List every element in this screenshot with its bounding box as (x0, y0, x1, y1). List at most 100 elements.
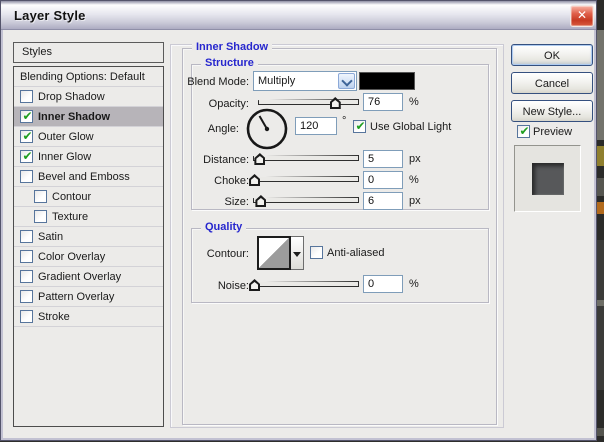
style-label: Inner Glow (38, 151, 91, 163)
close-button[interactable]: ✕ (570, 5, 594, 27)
style-item-drop-shadow[interactable]: Drop Shadow (14, 87, 163, 107)
style-item-satin[interactable]: Satin (14, 227, 163, 247)
style-item-texture[interactable]: Texture (14, 207, 163, 227)
opacity-label: Opacity: (179, 98, 249, 110)
anti-aliased-label: Anti-aliased (327, 247, 384, 259)
close-icon: ✕ (577, 8, 587, 22)
style-item-color-overlay[interactable]: Color Overlay (14, 247, 163, 267)
style-item-inner-shadow[interactable]: Inner Shadow (14, 107, 163, 127)
style-label: Color Overlay (38, 251, 105, 263)
preview-inner-square (532, 163, 564, 195)
slider-track[interactable] (258, 99, 359, 105)
preview-thumbnail (514, 145, 581, 212)
noise-input[interactable] (363, 275, 403, 293)
preview-checkbox[interactable] (517, 125, 530, 138)
style-checkbox[interactable] (20, 310, 33, 323)
opacity-unit: % (409, 96, 419, 108)
style-item-bevel-and-emboss[interactable]: Bevel and Emboss (14, 167, 163, 187)
style-checkbox[interactable] (34, 190, 47, 203)
style-label: Texture (52, 211, 88, 223)
distance-unit: px (409, 153, 421, 165)
noise-label: Noise: (179, 280, 249, 292)
window-title: Layer Style (14, 8, 86, 23)
slider-thumb[interactable] (255, 195, 266, 207)
style-label: Bevel and Emboss (38, 171, 130, 183)
use-global-light-label: Use Global Light (370, 121, 451, 133)
layer-style-dialog: Layer Style ✕ Styles Blending Options: D… (0, 0, 597, 441)
style-checkbox[interactable] (20, 250, 33, 263)
style-label: Blending Options: Default (20, 71, 145, 83)
anti-aliased-checkbox[interactable] (310, 246, 323, 259)
background-strip (597, 0, 604, 442)
style-label: Stroke (38, 311, 70, 323)
cancel-button[interactable]: Cancel (511, 72, 593, 94)
blend-mode-value: Multiply (254, 75, 337, 87)
slider-track[interactable] (253, 197, 359, 203)
choke-input[interactable] (363, 171, 403, 189)
style-label: Inner Shadow (38, 111, 110, 123)
distance-input[interactable] (363, 150, 403, 168)
slider-thumb[interactable] (254, 153, 265, 165)
preview-toggle[interactable]: Preview (517, 125, 572, 138)
degree-symbol: ° (342, 115, 346, 127)
shadow-color-swatch[interactable] (359, 72, 415, 90)
style-label: Drop Shadow (38, 91, 105, 103)
quality-group-title: Quality (201, 221, 246, 233)
angle-label: Angle: (169, 123, 239, 135)
style-checkbox[interactable] (20, 290, 33, 303)
angle-dial[interactable] (245, 107, 289, 151)
slider-track[interactable] (253, 176, 359, 182)
style-item-stroke[interactable]: Stroke (14, 307, 163, 327)
style-checkbox[interactable] (20, 230, 33, 243)
new-style-button[interactable]: New Style... (511, 100, 593, 122)
size-unit: px (409, 195, 421, 207)
blend-mode-label: Blend Mode: (179, 76, 249, 88)
style-item-gradient-overlay[interactable]: Gradient Overlay (14, 267, 163, 287)
choke-slider[interactable] (253, 172, 359, 187)
size-input[interactable] (363, 192, 403, 210)
noise-slider[interactable] (253, 277, 359, 292)
style-checkbox[interactable] (20, 170, 33, 183)
style-checkbox[interactable] (20, 110, 33, 123)
size-slider[interactable] (253, 193, 359, 208)
preview-label: Preview (533, 126, 572, 138)
opacity-input[interactable] (363, 93, 403, 111)
ok-button[interactable]: OK (511, 44, 593, 66)
contour-dropdown-button[interactable] (291, 236, 304, 270)
style-label: Outer Glow (38, 131, 94, 143)
style-item-blending-options-default[interactable]: Blending Options: Default (14, 67, 163, 87)
style-checkbox[interactable] (34, 210, 47, 223)
style-checkbox[interactable] (20, 150, 33, 163)
structure-group-title: Structure (201, 57, 258, 69)
distance-slider[interactable] (253, 151, 359, 166)
noise-unit: % (409, 278, 419, 290)
use-global-light-checkbox[interactable] (353, 120, 366, 133)
style-checkbox[interactable] (20, 130, 33, 143)
distance-label: Distance: (179, 154, 249, 166)
choke-label: Choke: (179, 175, 249, 187)
angle-input[interactable] (295, 117, 337, 135)
contour-label: Contour: (179, 248, 249, 260)
style-item-pattern-overlay[interactable]: Pattern Overlay (14, 287, 163, 307)
blend-mode-select[interactable]: Multiply (253, 71, 357, 91)
style-checkbox[interactable] (20, 90, 33, 103)
style-label: Satin (38, 231, 63, 243)
style-label: Pattern Overlay (38, 291, 114, 303)
chevron-down-icon[interactable] (338, 73, 355, 89)
slider-track[interactable] (253, 281, 359, 287)
choke-unit: % (409, 174, 419, 186)
style-checkbox[interactable] (20, 270, 33, 283)
contour-swatch[interactable] (257, 236, 291, 270)
style-item-contour[interactable]: Contour (14, 187, 163, 207)
styles-list: Blending Options: Default Drop Shadow Inne… (13, 66, 164, 427)
slider-track[interactable] (253, 155, 359, 161)
style-item-inner-glow[interactable]: Inner Glow (14, 147, 163, 167)
size-label: Size: (179, 196, 249, 208)
inner-shadow-group-title: Inner Shadow (192, 41, 272, 53)
slider-thumb[interactable] (330, 97, 341, 109)
style-label: Gradient Overlay (38, 271, 121, 283)
style-item-outer-glow[interactable]: Outer Glow (14, 127, 163, 147)
style-label: Contour (52, 191, 91, 203)
title-bar[interactable]: Layer Style ✕ (1, 1, 596, 30)
styles-header: Styles (13, 42, 164, 63)
